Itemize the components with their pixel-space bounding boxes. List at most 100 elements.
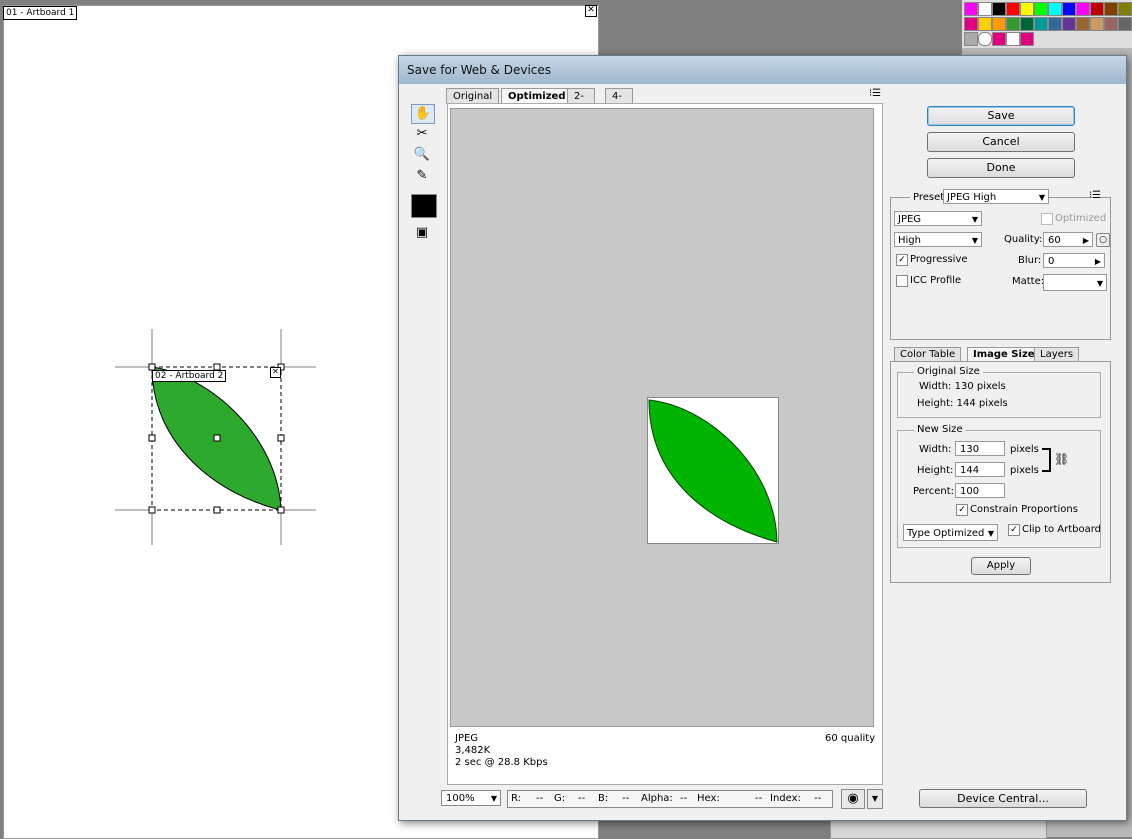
height-units-label: pixels (1010, 465, 1039, 476)
original-size-title: Original Size (914, 366, 983, 377)
quality-mask-icon[interactable]: ○ (1096, 233, 1110, 247)
save-button[interactable]: Save (927, 106, 1075, 126)
eyedropper-color-icon[interactable] (411, 194, 437, 218)
readout-hex-label: Hex: (697, 793, 720, 804)
swatches-panel[interactable] (962, 0, 1132, 48)
constrain-bracket (1042, 448, 1051, 472)
quality-value: 60 (1048, 235, 1061, 246)
cancel-button[interactable]: Cancel (927, 132, 1075, 152)
chevron-down-icon: ▼ (971, 236, 978, 245)
optimized-preview-area[interactable] (450, 108, 874, 727)
clip-to-artboard-label: Clip to Artboard (1022, 524, 1102, 535)
compression-quality-select[interactable]: High ▼ (894, 232, 982, 247)
readout-index-label: Index: (770, 793, 801, 804)
new-width-value: 130 (960, 444, 980, 455)
artboard-2-label: 02 - Artboard 2 (152, 370, 227, 382)
readout-g-value: -- (578, 793, 586, 804)
file-format-select[interactable]: JPEG ▼ (894, 211, 982, 226)
width-units-label: pixels (1010, 444, 1039, 455)
readout-r-label: R: (511, 793, 522, 804)
tab-original[interactable]: Original (446, 88, 500, 104)
chevron-down-icon: ▼ (490, 794, 497, 803)
progressive-label: Progressive (910, 254, 968, 265)
link-icon: ⛓ (1054, 452, 1070, 466)
chevron-right-icon[interactable]: ▶ (1083, 233, 1089, 248)
browser-menu-chevron-down-icon[interactable]: ▼ (867, 789, 883, 809)
done-button[interactable]: Done (927, 158, 1075, 178)
preset-select[interactable]: JPEG High ▼ (943, 189, 1049, 204)
tab-image-size[interactable]: Image Size (967, 347, 1041, 362)
optimized-checkbox[interactable] (1041, 213, 1053, 225)
chevron-down-icon: ▼ (987, 529, 994, 538)
matte-label: Matte: (1012, 276, 1045, 287)
zoom-value: 100% (446, 793, 475, 804)
matte-select[interactable]: ▼ (1043, 274, 1107, 291)
dialog-titlebar[interactable]: Save for Web & Devices (399, 56, 1126, 84)
original-size-group (897, 372, 1101, 418)
save-for-web-dialog: Save for Web & Devices Original Optimize… (398, 55, 1127, 821)
percent-field[interactable]: 100 (955, 483, 1005, 498)
artboard-1-label: 01 - Artboard 1 (3, 6, 78, 20)
readout-b-label: B: (598, 793, 609, 804)
preset-value: JPEG High (947, 192, 997, 203)
quality-field[interactable]: 60 ▶ (1043, 232, 1093, 247)
artboard-1-close-icon[interactable]: ✕ (585, 5, 597, 17)
eyedropper-tool-icon[interactable]: ✎ (411, 167, 433, 185)
tab-color-table[interactable]: Color Table (894, 347, 962, 362)
resample-quality-select[interactable]: Type Optimized ▼ (903, 524, 998, 541)
chevron-right-icon[interactable]: ▶ (1095, 254, 1101, 269)
new-width-label: Width: (919, 444, 952, 455)
tab-optimized[interactable]: Optimized (501, 88, 573, 104)
readout-alpha-value: -- (680, 793, 688, 804)
original-width-text: Width: 130 pixels (919, 381, 1006, 392)
device-central-button[interactable]: Device Central... (919, 789, 1087, 808)
readout-alpha-label: Alpha: (641, 793, 673, 804)
readout-hex-value: -- (755, 793, 763, 804)
readout-g-label: G: (554, 793, 566, 804)
chevron-down-icon: ▼ (1096, 279, 1103, 288)
progressive-checkbox[interactable]: ✓ (896, 254, 908, 266)
tab-4-up[interactable]: 4-Up (605, 88, 633, 117)
optimized-image-preview (647, 397, 779, 544)
dialog-title: Save for Web & Devices (407, 63, 552, 77)
constrain-proportions-checkbox[interactable]: ✓ (956, 504, 968, 516)
slice-select-tool-icon[interactable]: ✂ (411, 125, 433, 143)
new-height-field[interactable]: 144 (955, 462, 1005, 477)
icc-profile-label: ICC Profile (910, 275, 962, 286)
zoom-level-select[interactable]: 100% ▼ (441, 790, 501, 806)
preview-download-time: 2 sec @ 28.8 Kbps (455, 757, 548, 768)
constrain-proportions-label: Constrain Proportions (970, 504, 1078, 515)
toggle-slices-icon[interactable]: ▣ (411, 224, 433, 242)
apply-button[interactable]: Apply (971, 557, 1031, 575)
chevron-down-icon: ▼ (971, 215, 978, 224)
tool-palette: ✋ ✂ 🔍 ✎ ▣ (411, 104, 437, 264)
hand-tool-icon[interactable]: ✋ (411, 104, 435, 124)
clip-to-artboard-checkbox[interactable]: ✓ (1008, 524, 1020, 536)
preview-info-left: JPEG 3,482K 2 sec @ 28.8 Kbps (455, 733, 548, 769)
readout-index-value: -- (814, 793, 822, 804)
blur-value: 0 (1048, 256, 1055, 267)
artboard-2-close-icon[interactable]: ✕ (270, 367, 281, 378)
file-format-value: JPEG (898, 214, 922, 225)
tab-layers[interactable]: Layers (1034, 347, 1080, 362)
chevron-down-icon: ▼ (1038, 193, 1045, 202)
zoom-tool-icon[interactable]: 🔍 (411, 146, 433, 164)
icc-profile-checkbox[interactable] (896, 275, 908, 287)
preview-menu-icon[interactable]: ⁝☰ (869, 88, 881, 99)
new-height-value: 144 (960, 465, 980, 476)
resample-quality-value: Type Optimized (907, 528, 985, 539)
original-height-text: Height: 144 pixels (917, 398, 1008, 409)
percent-value: 100 (960, 486, 980, 497)
percent-label: Percent: (913, 486, 954, 497)
settings-menu-icon[interactable]: ⁝☰ (1089, 190, 1101, 201)
blur-field[interactable]: 0 ▶ (1043, 253, 1105, 268)
preview-in-browser-globe-icon[interactable]: ◉ (841, 789, 865, 809)
new-width-field[interactable]: 130 (955, 441, 1005, 456)
quality-label: Quality: (1004, 234, 1043, 245)
optimized-label: Optimized (1055, 213, 1107, 224)
readout-r-value: -- (536, 793, 544, 804)
leaf-artwork-selection[interactable] (108, 325, 328, 550)
tab-2-up[interactable]: 2-Up (567, 88, 595, 117)
preview-format: JPEG (455, 733, 479, 744)
new-size-title: New Size (914, 424, 966, 435)
